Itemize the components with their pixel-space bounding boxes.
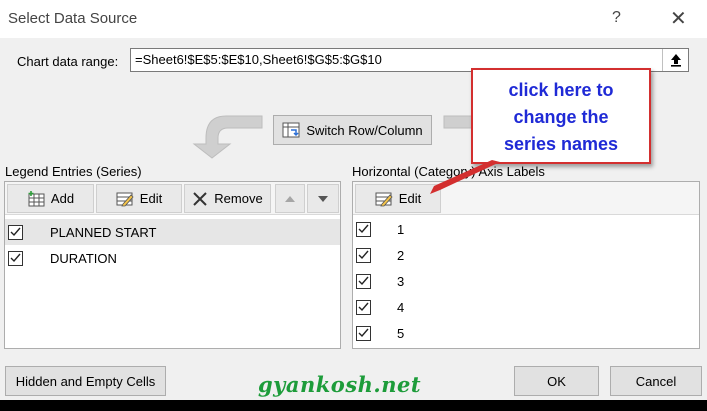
axis-label-text: 3 xyxy=(397,273,405,289)
edit-table-icon xyxy=(116,192,134,206)
chart-data-range-label: Chart data range: xyxy=(17,54,119,69)
checkmark-icon xyxy=(358,302,369,312)
axis-labels-panel: Edit 1 2 3 4 5 xyxy=(352,181,700,349)
axis-label-row[interactable]: 2 xyxy=(353,242,699,268)
legend-entries-title: Legend Entries (Series) xyxy=(5,164,142,179)
edit-table-icon xyxy=(375,192,393,206)
remove-x-icon xyxy=(193,191,207,206)
edit-axis-labels-button[interactable]: Edit xyxy=(355,184,441,213)
annotation-line-1: click here to xyxy=(508,80,614,100)
series-name: DURATION xyxy=(50,250,117,266)
axis-label-text: 4 xyxy=(397,299,405,315)
series-checkbox[interactable] xyxy=(8,224,23,240)
legend-entries-panel: Add Edit Remove PLANNED START DURATION xyxy=(4,181,341,349)
axis-label-row[interactable]: 4 xyxy=(353,294,699,320)
axis-label-checkbox[interactable] xyxy=(356,247,371,263)
edit-axis-label: Edit xyxy=(398,191,422,206)
switch-row-column-icon xyxy=(282,122,300,138)
checkmark-icon xyxy=(358,224,369,234)
annotation-line-2: change the xyxy=(513,107,609,127)
series-row-planned-start[interactable]: PLANNED START xyxy=(5,219,340,245)
add-series-button[interactable]: Add xyxy=(7,184,94,213)
move-up-button[interactable] xyxy=(275,184,305,213)
checkmark-icon xyxy=(358,250,369,260)
series-row-duration[interactable]: DURATION xyxy=(5,245,340,271)
axis-label-row[interactable]: 5 xyxy=(353,320,699,346)
remove-label: Remove xyxy=(214,191,263,206)
axis-label-checkbox[interactable] xyxy=(356,325,371,341)
series-checkbox[interactable] xyxy=(8,250,23,266)
watermark: gyankosh.net xyxy=(258,372,422,397)
ok-button[interactable]: OK xyxy=(514,366,599,396)
select-data-source-dialog: Select Data Source ? ✕ Chart data range:… xyxy=(0,0,707,400)
axis-label-row[interactable]: 1 xyxy=(353,216,699,242)
axis-label-checkbox[interactable] xyxy=(356,299,371,315)
axis-label-text: 1 xyxy=(397,221,405,237)
cancel-button[interactable]: Cancel xyxy=(610,366,702,396)
collapse-arrow-icon xyxy=(670,54,681,67)
edit-label: Edit xyxy=(139,191,163,206)
triangle-down-icon xyxy=(318,195,328,202)
axis-label-checkbox[interactable] xyxy=(356,221,371,237)
checkmark-icon xyxy=(358,328,369,338)
axis-toolbar: Edit xyxy=(353,182,699,215)
checkmark-icon xyxy=(10,227,21,237)
remove-series-button[interactable]: Remove xyxy=(184,184,271,213)
help-button[interactable]: ? xyxy=(612,9,621,27)
axis-label-text: 5 xyxy=(397,325,405,341)
add-label: Add xyxy=(50,191,75,206)
series-name: PLANNED START xyxy=(50,224,157,240)
collapse-dialog-button[interactable] xyxy=(662,49,688,71)
add-table-icon xyxy=(28,190,45,206)
switch-row-column-button[interactable]: Switch Row/Column xyxy=(273,115,432,145)
close-button[interactable]: ✕ xyxy=(670,6,687,31)
checkmark-icon xyxy=(358,276,369,286)
hidden-empty-cells-button[interactable]: Hidden and Empty Cells xyxy=(5,366,166,396)
bottom-strip xyxy=(0,400,707,411)
annotation-line-3: series names xyxy=(503,134,619,154)
edit-series-button[interactable]: Edit xyxy=(96,184,182,213)
axis-label-text: 2 xyxy=(397,247,405,263)
checkmark-icon xyxy=(10,253,21,263)
switch-row-column-label: Switch Row/Column xyxy=(306,122,423,138)
axis-labels-title: Horizontal (Category) Axis Labels xyxy=(352,164,545,179)
triangle-up-icon xyxy=(285,195,295,202)
legend-toolbar: Add Edit Remove xyxy=(5,182,340,215)
annotation-callout: click here to change the series names xyxy=(471,68,651,164)
title-bar: Select Data Source ? ✕ xyxy=(0,0,707,38)
dialog-title: Select Data Source xyxy=(8,10,138,27)
move-down-button[interactable] xyxy=(307,184,339,213)
axis-label-row[interactable]: 3 xyxy=(353,268,699,294)
axis-label-checkbox[interactable] xyxy=(356,273,371,289)
left-curved-arrow-icon xyxy=(192,115,263,159)
